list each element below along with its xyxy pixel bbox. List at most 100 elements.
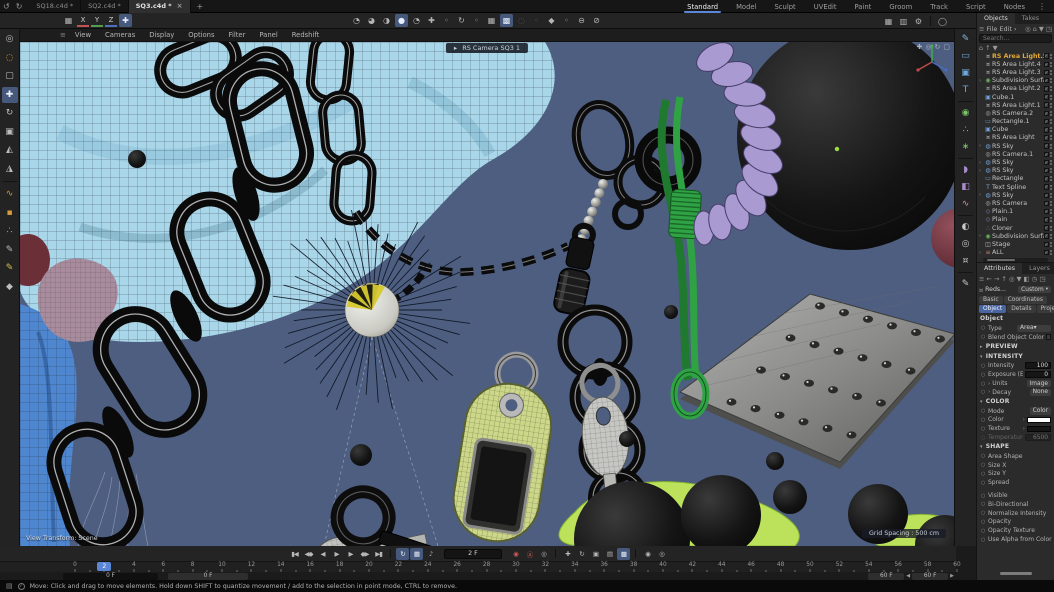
filter-icon[interactable]: ▼ [1016,275,1021,283]
tweak-mode-icon[interactable]: ↻ [455,14,468,27]
forward-icon[interactable]: → [994,275,999,283]
visibility-dots[interactable] [1050,78,1052,83]
keyframe-dot-icon[interactable]: ○ [981,389,986,395]
cloner-tool[interactable]: ∴ [957,122,974,137]
motion-clip-button[interactable]: ◉ [641,548,654,560]
close-tab-icon[interactable]: × [177,2,183,10]
rectangle-selection-tool[interactable]: ▢ [2,68,18,84]
viewport-menu-filter[interactable]: Filter [222,31,253,39]
keyframe-dot-icon[interactable]: ○ [981,519,986,525]
visibility-dots[interactable] [1050,95,1052,100]
preview-end-field[interactable]: 60 F [912,573,948,580]
object-list-item[interactable]: ▭Rectangle✓ [977,175,1054,183]
layout-tab-track[interactable]: Track [921,0,957,13]
section-header-preview[interactable]: ▸PREVIEW [977,342,1054,352]
up-icon[interactable]: ↑ [985,44,990,52]
visibility-dots[interactable] [1050,242,1052,247]
object-list-item[interactable]: ∴Cloner✓ [977,224,1054,232]
object-list-item[interactable]: ›≡ALL✓ [977,249,1054,257]
viewport-menu-cameras[interactable]: Cameras [98,31,142,39]
snap-magnet-icon[interactable]: ◆ [545,14,558,27]
attribute-checkbox[interactable] [1046,334,1052,340]
axis-y-button[interactable]: Y [91,15,103,27]
layout-tab-groom[interactable]: Groom [880,0,921,13]
visibility-dots[interactable] [1050,193,1052,198]
object-list-item[interactable]: ›◍RS Sky✓ [977,167,1054,175]
keyframe-dot-icon[interactable]: ○ [981,325,986,331]
attr-tab-project[interactable]: Project [1037,305,1054,313]
keyframe-selection-button[interactable]: ◎ [537,548,550,560]
prev-frame-button[interactable]: ◀ [316,548,329,560]
objects-tab-objects[interactable]: Objects [977,13,1015,24]
object-list-item[interactable]: ¤RS Area Light.1✓ [977,101,1054,109]
keyframe-dot-icon[interactable]: ○ [981,435,986,441]
object-list-item[interactable]: ◎RS Camera✓ [977,199,1054,207]
layout-tab-sculpt[interactable]: Sculpt [765,0,804,13]
object-enabled-checkbox[interactable]: ✓ [1044,217,1050,223]
preview-start-field[interactable]: 0 F [168,573,248,580]
key-scale-toggle[interactable]: ▣ [589,548,602,560]
object-enabled-checkbox[interactable]: ✓ [1044,111,1050,117]
prev-key-button[interactable]: ◀◆ [302,548,315,560]
object-enabled-checkbox[interactable]: ✓ [1044,201,1050,207]
file-tab[interactable]: SQ3.c4d *× [129,0,191,13]
quantize-grid-icon[interactable]: ▩ [500,14,513,27]
object-enabled-checkbox[interactable]: ✓ [1044,78,1050,84]
object-enabled-checkbox[interactable]: ✓ [1044,225,1050,231]
search-icon[interactable]: ◎ [1009,275,1015,283]
home-icon[interactable]: ⌂ [979,44,983,52]
viewport[interactable]: ≡ ViewCamerasDisplayOptionsFilterPanelRe… [20,29,954,546]
keyframe-dot-icon[interactable]: ○ [981,510,986,516]
object-list-item[interactable]: ›◍RS Sky✓ [977,142,1054,150]
object-enabled-checkbox[interactable]: ✓ [1044,176,1050,182]
object-enabled-checkbox[interactable]: ✓ [1044,135,1050,141]
object-list-item[interactable]: ›◉Subdivision Surface.1✓ [977,77,1054,85]
spline-dots-tool[interactable]: ∴ [2,223,18,239]
view-zoom-icon[interactable]: ◎ [925,43,931,51]
visibility-dots[interactable] [1050,201,1052,206]
search-icon[interactable]: ◎ [1025,25,1031,33]
keyframe-dot-icon[interactable]: ○ [981,528,986,534]
keyframe-dot-icon[interactable]: ○ [981,471,986,477]
axis-z-button[interactable]: Z [105,15,117,27]
object-list-item[interactable]: ◇Plain.1✓ [977,208,1054,216]
pen-tool[interactable]: ✎ [2,260,18,276]
attr-tab-details[interactable]: Details [1007,305,1035,313]
attribute-value-field[interactable]: 0 [1025,371,1051,378]
object-list-item[interactable]: ◎RS Camera.1✓ [977,150,1054,158]
material-tool[interactable]: ✎ [957,276,974,291]
object-enabled-checkbox[interactable]: ✓ [1044,102,1050,108]
visibility-dots[interactable] [1050,168,1052,173]
visibility-dots[interactable] [1050,226,1052,231]
visibility-dots[interactable] [1050,217,1052,222]
cursor-move-tool[interactable]: ◭ [2,142,18,158]
object-list-item[interactable]: ▭Rectangle.1✓ [977,118,1054,126]
axis-lock-button[interactable]: ✚ [119,14,132,27]
sound-toggle[interactable]: ♪ [424,548,437,560]
keyframe-dot-icon[interactable]: ○ [981,417,986,423]
visibility-dots[interactable] [1050,103,1052,108]
keyframe-dot-icon[interactable]: ○ [981,372,986,378]
object-enabled-checkbox[interactable]: ✓ [1044,250,1050,256]
object-list-item[interactable]: ›◍RS Sky✓ [977,158,1054,166]
attribute-value-field[interactable]: 6500 [1025,434,1051,441]
next-frame-button[interactable]: ▶ [344,548,357,560]
viewport-menu-redshift[interactable]: Redshift [285,31,327,39]
triangle-icon[interactable]: › [1023,426,1025,432]
keyframe-dot-icon[interactable]: ○ [981,363,986,369]
expand-icon[interactable]: › [988,381,990,387]
modeling-axis-icon[interactable]: ◌ [515,14,528,27]
attributes-scrollbar[interactable] [1000,572,1032,575]
objects-menu-grip-icon[interactable]: ≡ [979,25,984,33]
attribute-value-button[interactable]: Image [1027,380,1051,388]
popout-icon[interactable]: ◳ [1046,25,1052,33]
attr-tab-basic[interactable]: Basic [979,296,1003,304]
object-list-item[interactable]: ▣Cube.1✓ [977,93,1054,101]
play-button[interactable]: ▶ [330,548,343,560]
attribute-value-field[interactable]: 100 [1025,362,1051,369]
viewport-quarter-icon[interactable]: ◔ [410,14,423,27]
attributes-tab-attributes[interactable]: Attributes [977,263,1022,274]
axis-x-button[interactable]: X [77,15,89,27]
magnet-tool[interactable]: ◆ [2,279,18,295]
filter-icon[interactable]: ▼ [1039,25,1044,33]
